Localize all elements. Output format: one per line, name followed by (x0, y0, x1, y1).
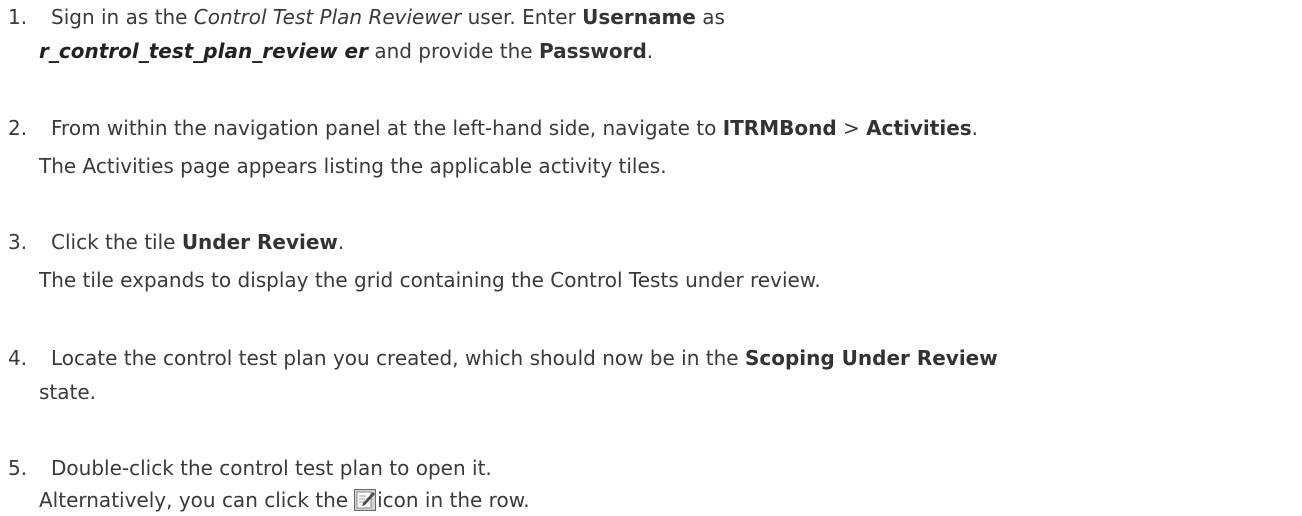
step-line-2: The Activities page appears listing the … (39, 154, 667, 178)
text: > (836, 116, 867, 140)
text: and provide the (367, 39, 539, 63)
tile-under-review: Under Review (181, 230, 338, 254)
text: . (646, 39, 654, 63)
step-line-2: state. (39, 380, 97, 404)
menu-activities: Activities (866, 116, 972, 140)
text: Click the tile (51, 230, 182, 254)
username-value: r_control_test_plan_review er (39, 39, 368, 63)
text: Alternatively, you can click the (39, 488, 349, 512)
role-name: Control Test Plan Reviewer (193, 5, 462, 29)
text: Locate the control test plan you created… (51, 346, 745, 370)
text: as (695, 5, 725, 29)
state-scoping-under-review: Scoping Under Review (744, 346, 998, 370)
username-label: Username (582, 5, 696, 29)
text: . (337, 230, 345, 254)
step-line-2: The tile expands to display the grid con… (39, 268, 821, 292)
text: Sign in as the (51, 5, 194, 29)
step-line-1: From within the navigation panel at the … (51, 116, 978, 140)
step-number: 3. (8, 230, 28, 254)
step-line-1: Locate the control test plan you created… (51, 346, 998, 370)
password-label: Password (538, 39, 647, 63)
step-line-2: Alternatively, you can click the icon in… (39, 488, 530, 512)
step-number: 1. (8, 5, 28, 29)
text: icon in the row. (377, 488, 530, 512)
step-line-2: r_control_test_plan_review er and provid… (39, 39, 653, 63)
step-number: 2. (8, 116, 28, 140)
menu-itrmbond: ITRMBond (722, 116, 837, 140)
text: user. Enter (461, 5, 583, 29)
step-number: 4. (8, 346, 28, 370)
edit-icon (354, 489, 377, 511)
text: . (971, 116, 979, 140)
text: From within the navigation panel at the … (51, 116, 723, 140)
step-number: 5. (8, 456, 28, 480)
step-line-1: Double-click the control test plan to op… (51, 456, 492, 480)
step-line-1: Click the tile Under Review. (51, 230, 344, 254)
step-line-1: Sign in as the Control Test Plan Reviewe… (51, 5, 725, 29)
